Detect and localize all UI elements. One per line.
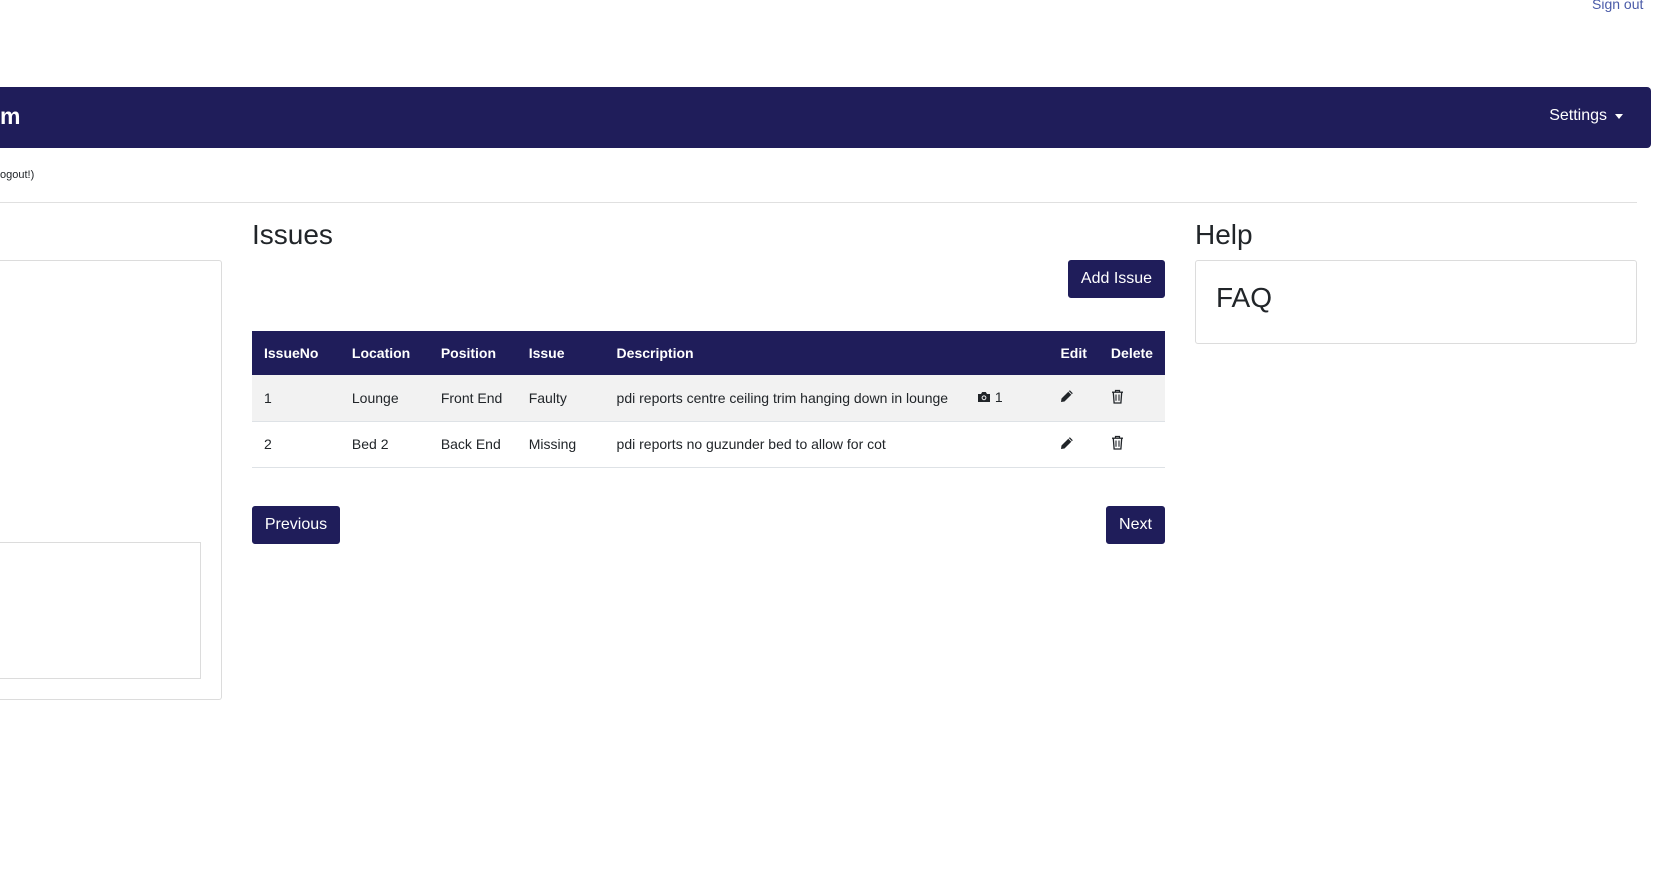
caret-down-icon	[1615, 113, 1623, 119]
column-header-edit: Edit	[1048, 331, 1099, 375]
cell-issueno: 2	[252, 421, 340, 468]
photos-link[interactable]: 1	[977, 389, 1003, 405]
photo-count: 1	[994, 389, 1003, 406]
help-title: Help	[1195, 219, 1253, 250]
table-header-row: IssueNo Location Position Issue Descript…	[252, 331, 1165, 375]
column-header-description: Description	[604, 331, 965, 375]
previous-button[interactable]: Previous	[252, 506, 340, 544]
brand-title[interactable]: m	[0, 103, 21, 130]
column-header-issue: Issue	[516, 331, 605, 375]
pencil-icon	[1061, 390, 1074, 403]
cell-issueno: 1	[252, 375, 340, 422]
pencil-icon	[1061, 436, 1074, 449]
logout-note: ogout!)	[0, 169, 35, 181]
next-button[interactable]: Next	[1106, 506, 1165, 544]
column-header-photos	[964, 331, 1049, 375]
trash-icon	[1111, 435, 1123, 450]
column-header-position: Position	[428, 331, 517, 375]
cell-description: pdi reports centre ceiling trim hanging …	[604, 375, 965, 422]
add-issue-button[interactable]: Add Issue	[1068, 260, 1165, 298]
cell-photos	[964, 421, 1049, 468]
table-row: 2 Bed 2 Back End Missing pdi reports no …	[252, 421, 1165, 468]
cell-edit	[1048, 375, 1099, 422]
delete-button[interactable]	[1111, 389, 1124, 404]
cell-photos: 1	[964, 375, 1049, 422]
trash-icon	[1111, 389, 1123, 404]
edit-button[interactable]	[1060, 389, 1074, 403]
divider	[0, 202, 1637, 203]
cell-position: Back End	[428, 421, 517, 468]
left-panel-inner-box	[0, 542, 201, 679]
sign-out-link[interactable]: Sign out	[1592, 0, 1643, 12]
faq-title: FAQ	[1216, 282, 1273, 313]
column-header-delete: Delete	[1098, 331, 1165, 375]
issues-table: IssueNo Location Position Issue Descript…	[252, 331, 1165, 468]
camera-icon	[977, 392, 990, 403]
cell-edit	[1048, 421, 1099, 468]
column-header-location: Location	[339, 331, 429, 375]
cell-position: Front End	[428, 375, 517, 422]
top-navbar: m Settings	[0, 87, 1651, 148]
cell-delete	[1098, 421, 1165, 468]
cell-issue: Faulty	[516, 375, 605, 422]
column-header-issueno: IssueNo	[252, 331, 340, 375]
settings-dropdown[interactable]: Settings	[1549, 107, 1623, 125]
cell-location: Lounge	[339, 375, 429, 422]
table-row: 1 Lounge Front End Faulty pdi reports ce…	[252, 375, 1165, 422]
faq-card: FAQ	[1195, 260, 1637, 344]
cell-issue: Missing	[516, 421, 605, 468]
cell-description: pdi reports no guzunder bed to allow for…	[604, 421, 965, 468]
cell-delete	[1098, 375, 1165, 422]
settings-label: Settings	[1549, 107, 1607, 124]
cell-location: Bed 2	[339, 421, 429, 468]
issues-title: Issues	[252, 219, 333, 250]
edit-button[interactable]	[1060, 436, 1074, 450]
delete-button[interactable]	[1111, 435, 1124, 450]
